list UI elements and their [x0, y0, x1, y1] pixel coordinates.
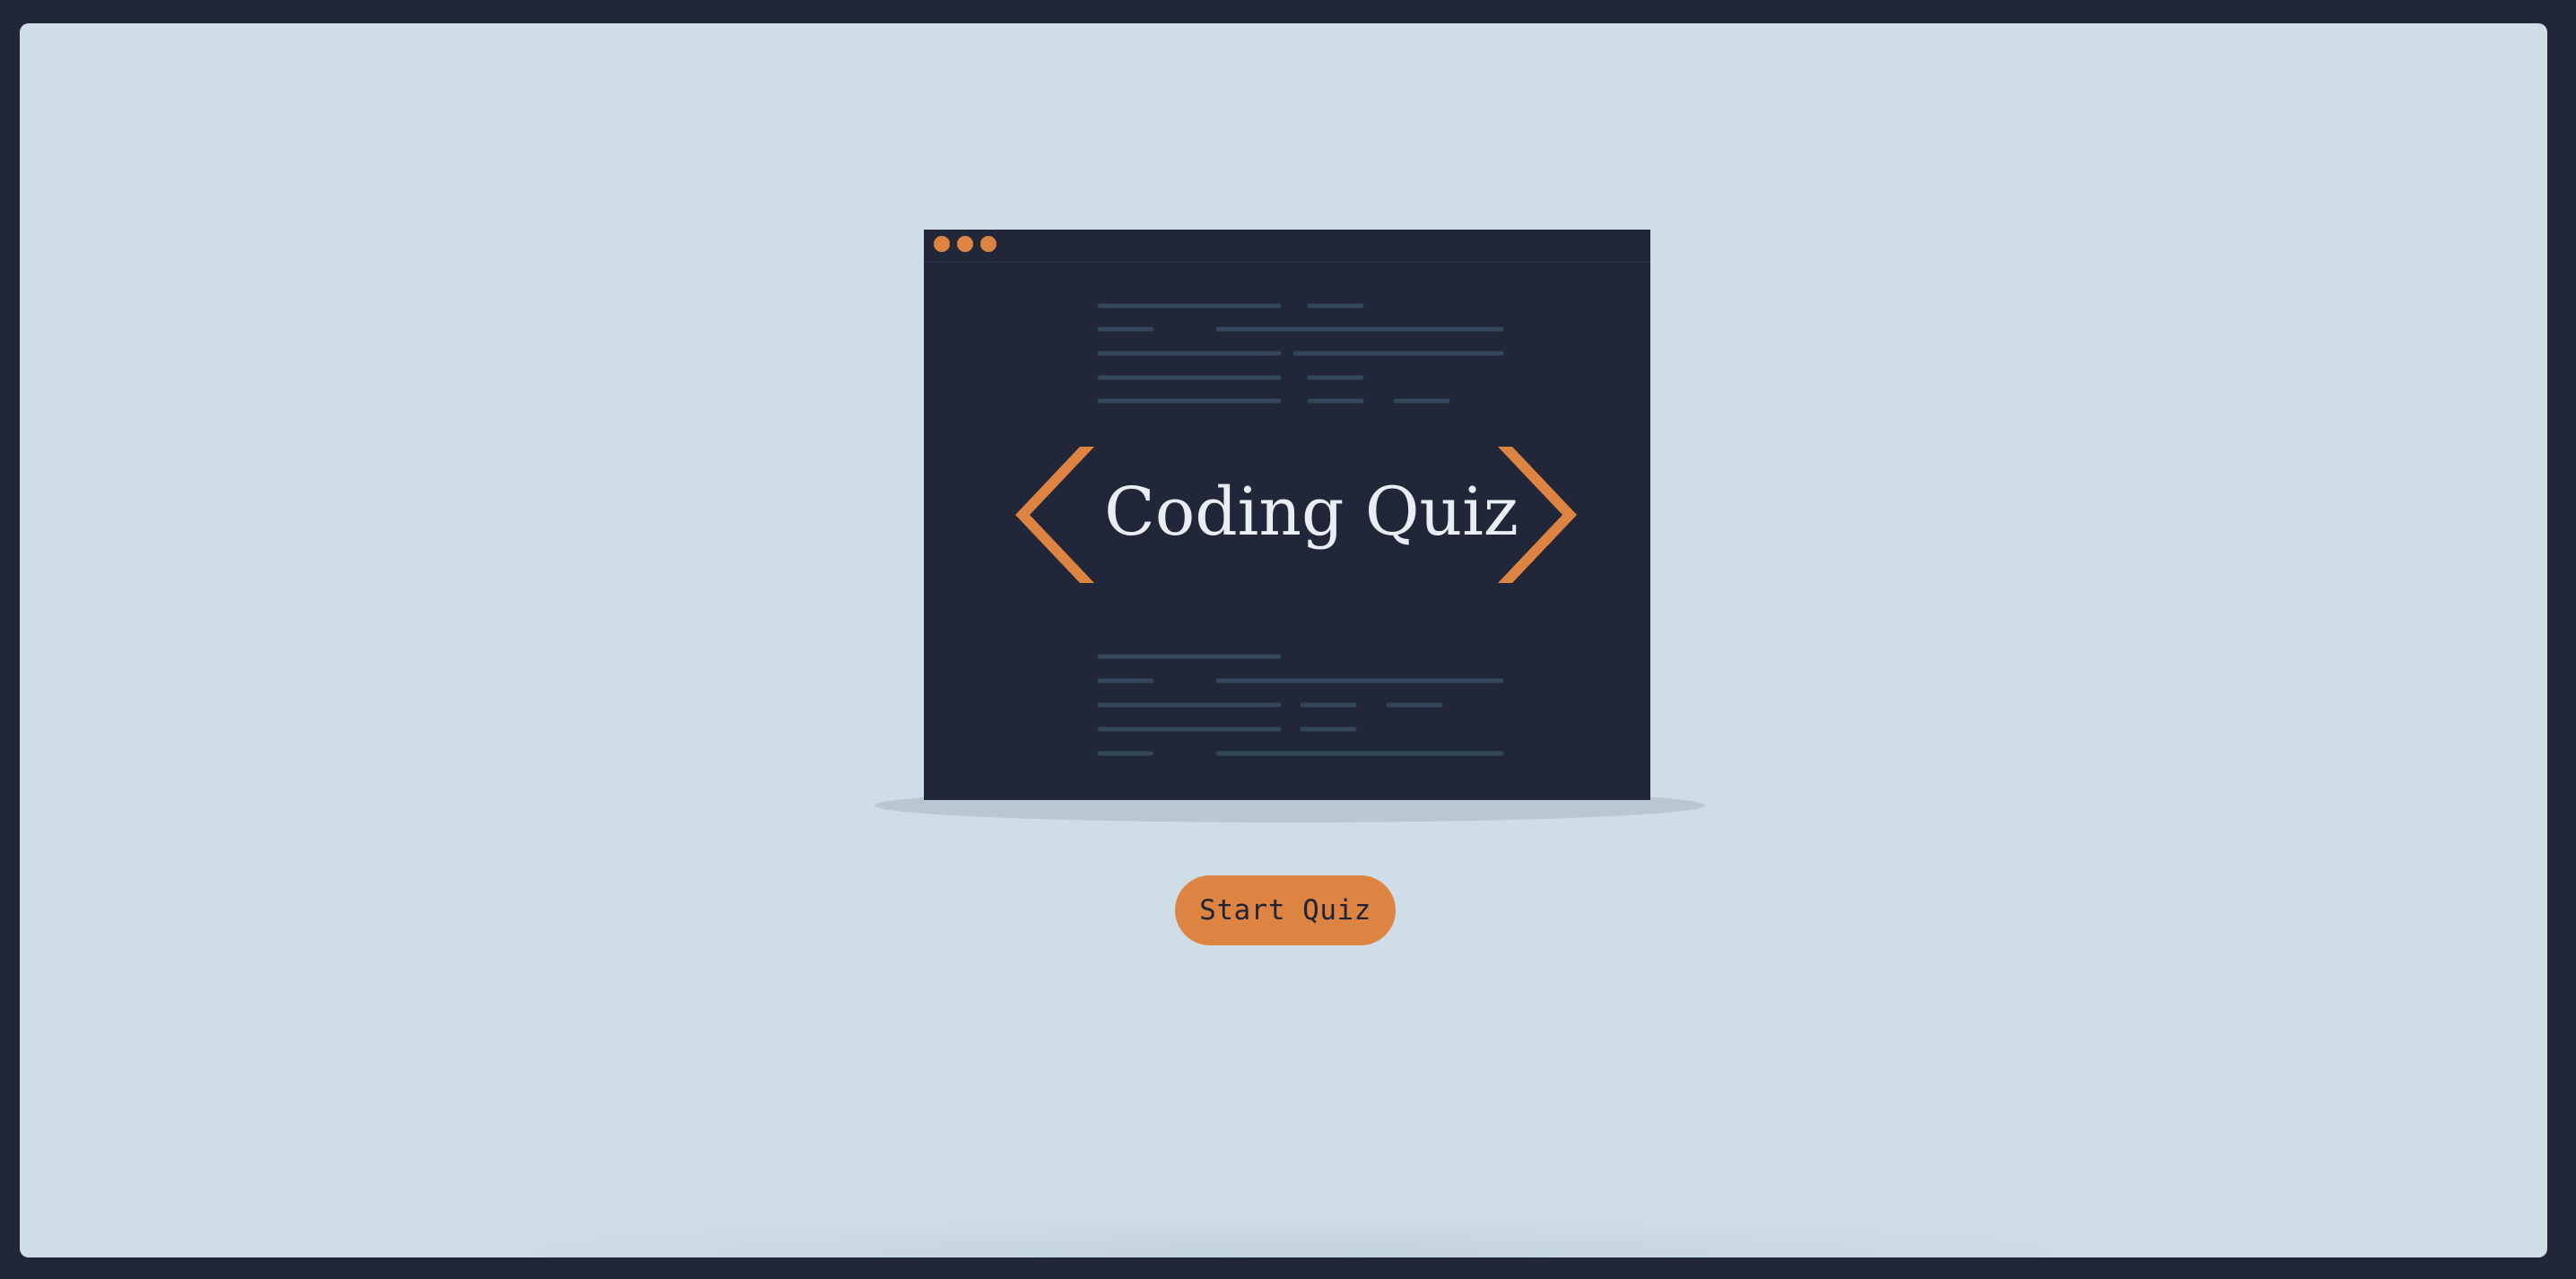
illustration-title: Coding Quiz [1104, 474, 1519, 551]
window-dot-icon [957, 236, 973, 252]
app-container: Coding Quiz Start Quiz [20, 23, 2547, 1257]
window-dot-icon [980, 236, 996, 252]
start-quiz-button[interactable]: Start Quiz [1175, 875, 1396, 945]
quiz-illustration: Coding Quiz [870, 203, 1713, 831]
bottom-glow [396, 1216, 2190, 1257]
window-dot-icon [934, 236, 950, 252]
